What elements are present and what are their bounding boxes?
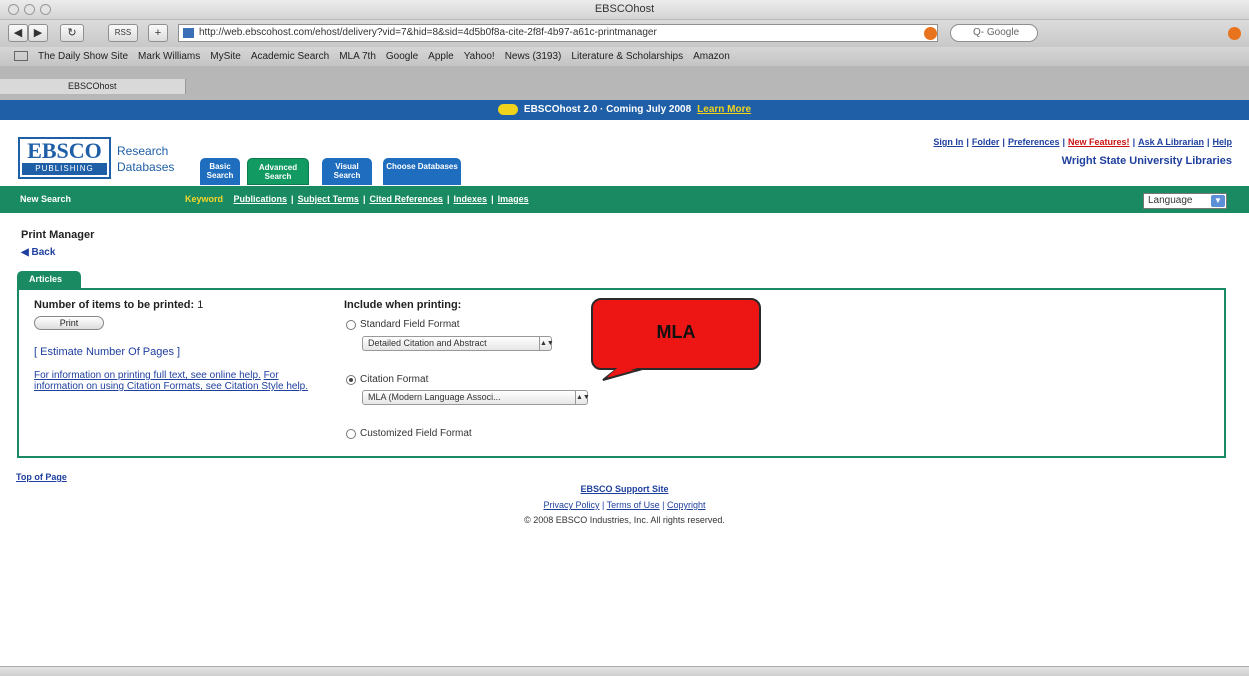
chevron-updown-icon: ▲▼ (539, 337, 554, 350)
bookmark-item[interactable]: Academic Search (251, 51, 329, 62)
browser-tabstrip: EBSCOhost (0, 66, 1249, 100)
browser-toolbar: ◀ ▶ ↻ RSS + http://web.ebscohost.com/eho… (0, 20, 1249, 47)
bookmark-item[interactable]: Mark Williams (138, 51, 200, 62)
add-bookmark-button[interactable]: + (148, 24, 168, 42)
feed-icon[interactable] (924, 27, 937, 40)
bookmarks-bar: The Daily Show Site Mark Williams MySite Ac… (0, 47, 1249, 66)
learn-more-link[interactable]: Learn More (697, 104, 751, 115)
help-link[interactable]: Help (1212, 137, 1232, 147)
bookmark-item[interactable]: Apple (428, 51, 454, 62)
bookmark-item[interactable]: News (3193) (505, 51, 562, 62)
estimate-pages-link[interactable]: [ Estimate Number Of Pages ] (34, 346, 180, 358)
items-to-print-label: Number of items to be printed: 1 (34, 299, 204, 311)
customized-format-label: Customized Field Format (360, 428, 472, 439)
standard-format-radio[interactable] (346, 320, 356, 330)
callout-text: MLA (656, 322, 696, 342)
folder-link[interactable]: Folder (972, 137, 1000, 147)
sign-in-link[interactable]: Sign In (933, 137, 963, 147)
browser-tab[interactable]: EBSCOhost (0, 79, 186, 94)
support-site-link[interactable]: EBSCO Support Site (0, 484, 1249, 494)
chevron-down-icon: ▼ (1211, 195, 1225, 207)
chevron-updown-icon: ▲▼ (575, 391, 590, 404)
window-title: EBSCOhost (594, 3, 655, 15)
forward-button[interactable]: ▶ (28, 24, 48, 42)
tab-basic-search[interactable]: Basic Search (200, 158, 240, 185)
page-title: Print Manager (21, 229, 95, 241)
nav-links: Keyword Publications | Subject Terms | Cited… (185, 194, 529, 204)
citation-format-select[interactable]: MLA (Modern Language Associ... ▲▼ (362, 390, 590, 405)
full-text-help[interactable]: For information on printing full text, s… (34, 370, 261, 381)
footer-links: Privacy Policy | Terms of Use | Copyrigh… (543, 500, 706, 510)
logo-name: EBSCO (27, 138, 102, 163)
bookmark-item[interactable]: The Daily Show Site (38, 51, 128, 62)
bookmarks-book-icon[interactable] (14, 51, 28, 62)
mla-callout: MLA (591, 298, 761, 381)
standard-format-label: Standard Field Format (360, 319, 460, 330)
print-button[interactable]: Print (34, 316, 104, 330)
bookmark-item[interactable]: MySite (210, 51, 241, 62)
bookmark-item[interactable]: Yahoo! (464, 51, 495, 62)
ask-librarian-link[interactable]: Ask A Librarian (1138, 137, 1204, 147)
citation-format-label: Citation Format (360, 374, 429, 385)
citation-format-value: MLA (Modern Language Associ... (368, 392, 501, 402)
institution-name: Wright State University Libraries (1061, 155, 1232, 167)
ebsco-promo-icon (497, 103, 518, 115)
copyright-text: © 2008 EBSCO Industries, Inc. All rights… (524, 515, 725, 525)
activity-icon[interactable] (1228, 27, 1241, 40)
search-input[interactable]: Q- Google (950, 24, 1038, 42)
tab-choose-databases[interactable]: Choose Databases (383, 158, 461, 185)
keyword-link[interactable]: Keyword (185, 194, 223, 204)
indexes-link[interactable]: Indexes (454, 194, 488, 204)
bookmark-item[interactable]: Literature & Scholarships (571, 51, 683, 62)
status-bar (0, 666, 1249, 676)
customized-format-radio[interactable] (346, 429, 356, 439)
window-titlebar: EBSCOhost (0, 0, 1249, 20)
language-label: Language (1148, 195, 1193, 206)
terms-of-use-link[interactable]: Terms of Use (607, 500, 660, 510)
callout-tail-fill-icon (607, 362, 651, 377)
tab-visual-search[interactable]: Visual Search (322, 158, 372, 185)
citation-format-radio[interactable] (346, 375, 356, 385)
bookmark-item[interactable]: Amazon (693, 51, 730, 62)
research-databases-label: Research Databases (117, 144, 175, 174)
address-text: http://web.ebscohost.com/ehost/delivery?… (199, 27, 657, 38)
site-favicon-icon (183, 28, 194, 38)
promo-text: EBSCOhost 2.0 · Coming July 2008 (523, 104, 692, 115)
reload-button[interactable]: ↻ (60, 24, 84, 42)
address-bar[interactable]: http://web.ebscohost.com/ehost/delivery?… (178, 24, 938, 42)
tab-articles[interactable]: Articles (17, 271, 81, 288)
standard-format-select[interactable]: Detailed Citation and Abstract ▲▼ (362, 336, 554, 351)
new-features-link[interactable]: New Features! (1068, 137, 1130, 147)
privacy-policy-link[interactable]: Privacy Policy (543, 500, 599, 510)
images-link[interactable]: Images (498, 194, 529, 204)
publications-link[interactable]: Publications (234, 194, 288, 204)
bookmark-item[interactable]: MLA 7th (339, 51, 376, 62)
rss-button[interactable]: RSS (108, 24, 138, 42)
subject-terms-link[interactable]: Subject Terms (298, 194, 359, 204)
cited-references-link[interactable]: Cited References (369, 194, 443, 204)
new-search-link[interactable]: New Search (20, 194, 71, 204)
top-links: Sign In | Folder | Preferences | New Features!… (933, 137, 1232, 147)
standard-format-value: Detailed Citation and Abstract (368, 338, 487, 348)
top-of-page-link[interactable]: Top of Page (16, 472, 67, 482)
logo-sub: PUBLISHING (22, 163, 107, 175)
back-button[interactable]: ◀ (8, 24, 28, 42)
items-count: 1 (197, 299, 204, 311)
copyright-link[interactable]: Copyright (667, 500, 706, 510)
ebsco-logo[interactable]: EBSCO PUBLISHING (18, 137, 111, 179)
bookmark-item[interactable]: Google (386, 51, 418, 62)
search-navbar: New Search Keyword Publications | Subject … (0, 186, 1249, 213)
print-help-text: For information on printing full text, s… (34, 370, 314, 392)
back-link[interactable]: ◀ Back (21, 247, 55, 258)
preferences-link[interactable]: Preferences (1008, 137, 1060, 147)
language-select[interactable]: Language ▼ (1143, 193, 1227, 209)
tab-advanced-search[interactable]: Advanced Search (247, 158, 309, 185)
include-label: Include when printing: (344, 299, 462, 311)
promo-banner: EBSCOhost 2.0 · Coming July 2008 Learn Mo… (0, 100, 1249, 120)
